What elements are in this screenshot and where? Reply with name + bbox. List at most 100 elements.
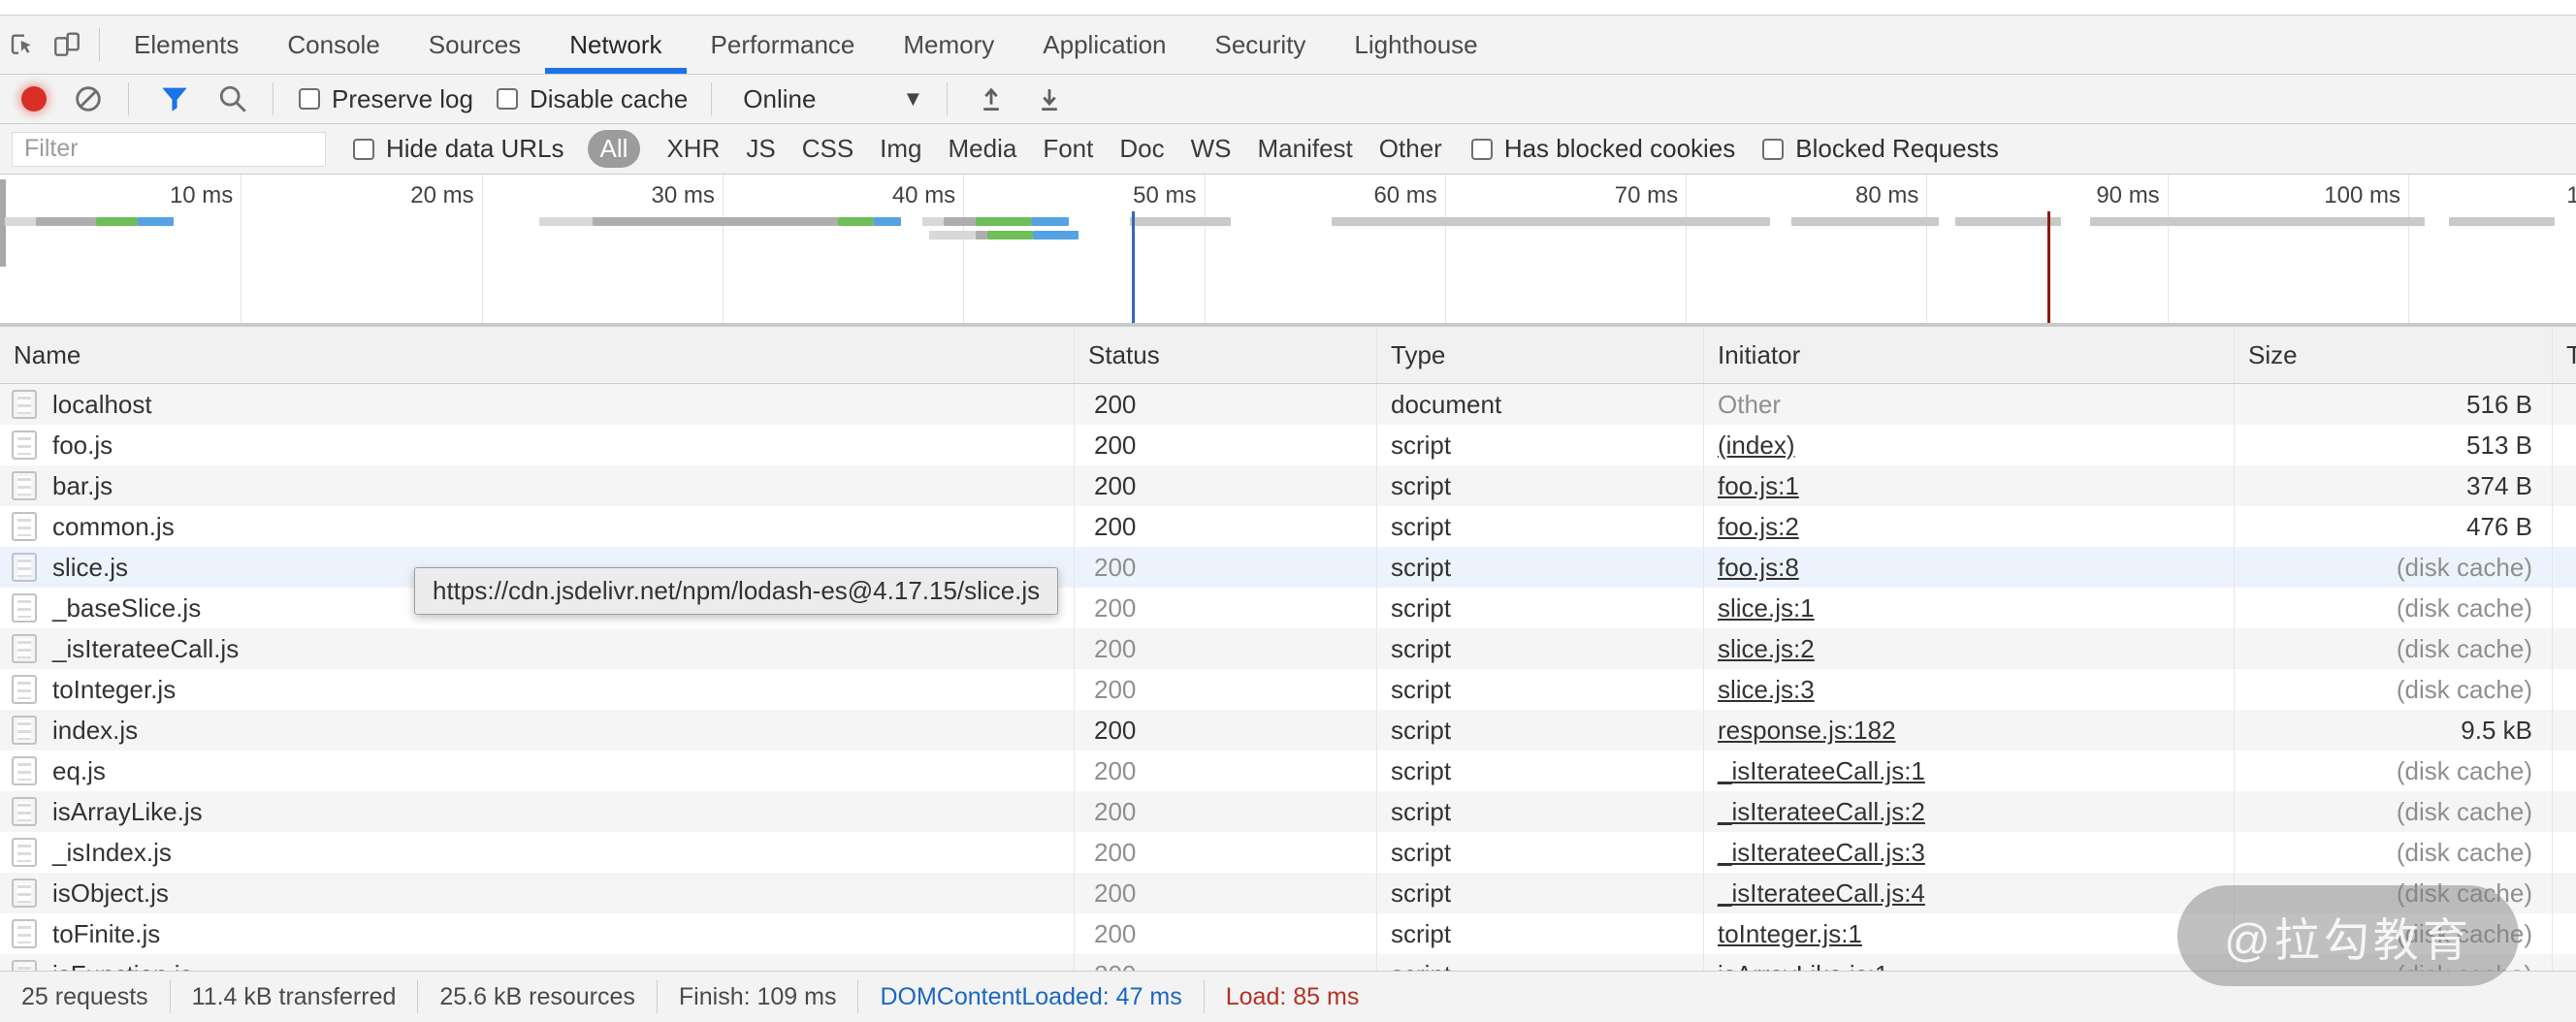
disable-cache-toggle[interactable]: Disable cache [497,84,688,114]
column-header-time[interactable]: Time [2553,327,2576,383]
import-har-button[interactable] [975,82,1008,115]
tab-network[interactable]: Network [545,16,686,74]
hide-data-urls-toggle[interactable]: Hide data URLs [353,134,564,164]
table-row[interactable]: _baseSlice.js200scriptslice.js:1(disk ca… [0,588,2576,628]
cell-initiator: _isIterateeCall.js:2 [1704,791,2235,832]
cell-time [2553,547,2576,588]
type-filter-js[interactable]: JS [746,134,775,164]
toggle-device-toolbar-button[interactable] [45,16,89,74]
table-row[interactable]: common.js200scriptfoo.js:2476 B [0,506,2576,547]
inspect-element-button[interactable] [0,16,45,74]
waterfall-bar-segment [1031,217,1070,226]
cell-initiator: _isIterateeCall.js:4 [1704,873,2235,913]
table-row[interactable]: toInteger.js200scriptslice.js:3(disk cac… [0,669,2576,710]
table-row[interactable]: _isIterateeCall.js200scriptslice.js:2(di… [0,628,2576,669]
type-filter-doc[interactable]: Doc [1119,134,1164,164]
table-row[interactable]: _isIndex.js200script_isIterateeCall.js:3… [0,832,2576,873]
preserve-log-checkbox[interactable] [299,88,320,110]
initiator-link[interactable]: (index) [1718,431,1794,461]
initiator-link[interactable]: _isIterateeCall.js:1 [1718,756,1925,786]
table-row[interactable]: eq.js200script_isIterateeCall.js:1(disk … [0,751,2576,791]
timeline-gridline [241,175,242,323]
type-filter-ws[interactable]: WS [1191,134,1232,164]
preserve-log-toggle[interactable]: Preserve log [299,84,473,114]
initiator-link[interactable]: _isIterateeCall.js:4 [1718,878,1925,909]
preserve-log-label: Preserve log [332,84,473,114]
throttling-select[interactable]: Online ▼ [743,84,923,114]
table-row[interactable]: bar.js200scriptfoo.js:1374 B [0,465,2576,506]
divider [947,82,948,115]
tab-sources[interactable]: Sources [404,16,545,74]
initiator-link[interactable]: foo.js:2 [1718,512,1799,542]
tab-console[interactable]: Console [263,16,403,74]
cell-name: toFinite.js [0,913,1075,954]
request-name: isObject.js [52,878,169,909]
record-network-log-button[interactable] [21,86,47,112]
cell-initiator: foo.js:8 [1704,547,2235,588]
initiator-link[interactable]: slice.js:3 [1718,675,1815,705]
initiator-link[interactable]: foo.js:8 [1718,553,1799,583]
column-header-name[interactable]: Name [0,327,1075,383]
cell-time [2553,465,2576,506]
blocked-requests-toggle[interactable]: Blocked Requests [1762,134,1999,164]
column-header-size[interactable]: Size [2235,327,2553,383]
divider [711,82,712,115]
table-row[interactable]: localhost200documentOther516 B [0,384,2576,425]
cell-time [2553,506,2576,547]
search-button[interactable] [216,82,249,115]
tab-application[interactable]: Application [1018,16,1190,74]
tab-lighthouse[interactable]: Lighthouse [1330,16,1501,74]
initiator-link[interactable]: _isIterateeCall.js:3 [1718,838,1925,868]
table-row[interactable]: isArrayLike.js200script_isIterateeCall.j… [0,791,2576,832]
cell-status: 200 [1075,954,1377,971]
disable-cache-checkbox[interactable] [497,88,518,110]
type-filter-other[interactable]: Other [1379,134,1442,164]
script-file-icon [12,838,37,867]
column-header-initiator[interactable]: Initiator [1704,327,2235,383]
status-bar-item[interactable]: DOMContentLoaded: 47 ms [858,983,1203,1011]
cell-size: (disk cache) [2235,751,2553,791]
tab-performance[interactable]: Performance [687,16,880,74]
type-filter-media[interactable]: Media [949,134,1017,164]
blocked-requests-checkbox[interactable] [1762,139,1784,160]
type-filter-xhr[interactable]: XHR [666,134,720,164]
has-blocked-cookies-toggle[interactable]: Has blocked cookies [1471,134,1735,164]
type-filter-css[interactable]: CSS [802,134,853,164]
timeline-gridline [2408,175,2409,323]
initiator-link[interactable]: _isIterateeCall.js:2 [1718,797,1925,827]
has-blocked-cookies-checkbox[interactable] [1471,139,1493,160]
type-filter-img[interactable]: Img [880,134,921,164]
type-filter-all[interactable]: All [588,130,641,168]
initiator-link[interactable]: slice.js:2 [1718,634,1815,664]
waterfall-bar-segment [138,217,174,226]
column-header-status[interactable]: Status [1075,327,1377,383]
tab-memory[interactable]: Memory [879,16,1018,74]
initiator-link[interactable]: foo.js:1 [1718,471,1799,501]
tab-security[interactable]: Security [1191,16,1331,74]
cell-size: 476 B [2235,506,2553,547]
hide-data-urls-checkbox[interactable] [353,139,374,160]
export-har-button[interactable] [1033,82,1066,115]
overview-timeline[interactable]: 10 ms20 ms30 ms40 ms50 ms60 ms70 ms80 ms… [0,175,2576,327]
tab-elements[interactable]: Elements [110,16,263,74]
type-filter-manifest[interactable]: Manifest [1258,134,1353,164]
waterfall-bar-segment [838,217,874,226]
filter-input[interactable] [12,132,326,167]
status-bar-item[interactable]: Load: 85 ms [1205,983,1381,1011]
clear-button[interactable] [72,82,105,115]
type-filter-font[interactable]: Font [1043,134,1093,164]
table-row[interactable]: slice.js200scriptfoo.js:8(disk cache) [0,547,2576,588]
initiator-link[interactable]: slice.js:1 [1718,593,1815,623]
column-header-type[interactable]: Type [1377,327,1704,383]
initiator-text: Other [1718,390,1781,420]
filter-toggle-button[interactable] [158,82,191,115]
request-name: foo.js [52,431,113,461]
initiator-link[interactable]: toInteger.js:1 [1718,919,1862,949]
initiator-link[interactable]: response.js:182 [1718,716,1896,746]
initiator-link[interactable]: isArrayLike.js:1 [1718,960,1888,972]
status-bar-item: 25.6 kB resources [418,983,657,1011]
cell-status: 200 [1075,832,1377,873]
table-row[interactable]: index.js200scriptresponse.js:1829.5 kB [0,710,2576,751]
script-file-icon [12,878,37,908]
table-row[interactable]: foo.js200script(index)513 B [0,425,2576,465]
